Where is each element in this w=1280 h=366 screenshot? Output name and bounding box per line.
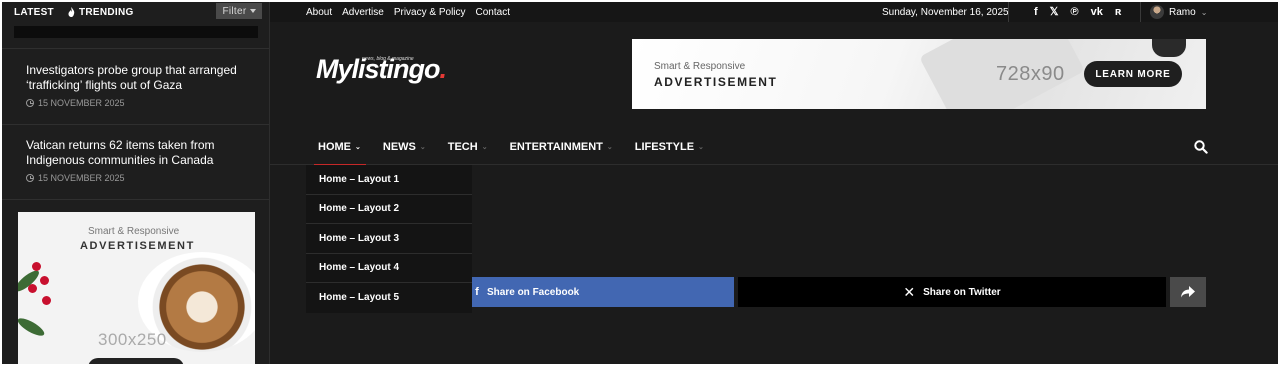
caret-down-icon (249, 9, 256, 13)
menu-item-home-layout-5[interactable]: Home – Layout 5 (306, 283, 472, 313)
share-facebook-label: Share on Facebook (487, 286, 580, 298)
nav-label: HOME (318, 141, 351, 153)
user-name: Ramo (1169, 6, 1196, 18)
ad-button[interactable] (88, 358, 184, 364)
ad-subtitle: Smart & Responsive (88, 226, 180, 237)
tab-trending[interactable]: TRENDING (68, 7, 134, 18)
ad-size: 728x90 (996, 63, 1065, 85)
tab-latest[interactable]: LATEST (14, 7, 54, 18)
share-twitter-label: Share on Twitter (923, 286, 1001, 298)
news-date-text: 15 NOVEMBER 2025 (38, 173, 125, 183)
logo-dot: . (439, 54, 447, 84)
tab-latest-label: LATEST (14, 6, 54, 18)
leaf-decoration (18, 315, 47, 339)
sidebar-header: LATEST TRENDING Filter (2, 2, 269, 22)
menu-item-home-layout-1[interactable]: Home – Layout 1 (306, 165, 472, 195)
social-icons: f 𝕏 ℗ vk ʀ (1034, 2, 1121, 22)
nav-item-home[interactable]: HOME ⌄ (314, 129, 366, 166)
divider (2, 48, 269, 49)
tab-trending-label: TRENDING (78, 6, 134, 18)
nav-item-entertainment[interactable]: ENTERTAINMENT ⌄ (510, 129, 613, 165)
nav-label: TECH (447, 141, 478, 153)
learn-more-button[interactable]: LEARN MORE (1084, 61, 1182, 87)
nav-label: NEWS (382, 141, 416, 153)
flame-icon (68, 7, 75, 17)
rss-icon[interactable]: ʀ (1115, 6, 1121, 18)
chevron-down-icon: ⌄ (355, 144, 361, 151)
divider (2, 199, 269, 200)
top-link-advertise[interactable]: Advertise (342, 7, 384, 18)
ad-title: ADVERTISEMENT (80, 240, 195, 252)
share-facebook-button[interactable]: f Share on Facebook (472, 277, 734, 307)
news-date: 15 NOVEMBER 2025 (26, 98, 246, 108)
share-twitter-button[interactable]: ✕ Share on Twitter (738, 277, 1166, 307)
sidebar-advertisement[interactable]: Smart & Responsive ADVERTISEMENT 300x250 (18, 212, 255, 364)
facebook-icon: f (475, 286, 479, 298)
ad-decoration (1152, 39, 1186, 57)
vk-icon[interactable]: vk (1091, 6, 1103, 18)
main-nav: HOME ⌄ NEWS ⌄ TECH ⌄ ENTERTAINMENT ⌄ LIFESTY… (270, 129, 1278, 166)
berry-decoration (40, 276, 49, 285)
divider (1008, 2, 1009, 22)
user-menu[interactable]: Ramo ⌄ (1150, 2, 1207, 22)
news-date: 15 NOVEMBER 2025 (26, 173, 246, 183)
nav-item-news[interactable]: NEWS ⌄ (383, 129, 426, 165)
menu-item-home-layout-3[interactable]: Home – Layout 3 (306, 224, 472, 254)
clock-icon (26, 174, 34, 182)
news-date-text: 15 NOVEMBER 2025 (38, 98, 125, 108)
home-dropdown-menu: Home – Layout 1 Home – Layout 2 Home – L… (306, 165, 472, 313)
list-item[interactable]: Investigators probe group that arranged … (26, 63, 246, 108)
berry-decoration (32, 262, 41, 271)
page-frame: LATEST TRENDING Filter Investigators pro… (2, 2, 1278, 364)
site-logo[interactable]: Mylistingo. (316, 54, 447, 85)
filter-label: Filter (222, 5, 247, 17)
menu-item-home-layout-2[interactable]: Home – Layout 2 (306, 195, 472, 224)
top-bar: About Advertise Privacy & Policy Contact… (270, 2, 1278, 22)
share-more-button[interactable] (1170, 277, 1206, 307)
sidebar-news-feed: LATEST TRENDING Filter Investigators pro… (2, 2, 270, 364)
filter-button[interactable]: Filter (216, 3, 262, 19)
berry-decoration (42, 296, 51, 305)
avatar (1150, 5, 1164, 19)
logo-text: Mylistingo (316, 54, 440, 84)
nav-item-tech[interactable]: TECH ⌄ (448, 129, 488, 165)
news-title[interactable]: Investigators probe group that arranged … (26, 63, 246, 93)
facebook-icon[interactable]: f (1034, 6, 1038, 18)
chevron-down-icon: ⌄ (606, 144, 613, 151)
top-link-contact[interactable]: Contact (476, 7, 510, 18)
chevron-down-icon: ⌄ (1200, 7, 1208, 17)
header-advertisement[interactable]: Smart & Responsive ADVERTISEMENT 728x90 … (632, 39, 1206, 109)
current-date: Sunday, November 16, 2025 (882, 6, 1009, 18)
menu-item-home-layout-4[interactable]: Home – Layout 4 (306, 254, 472, 283)
pinterest-icon[interactable]: ℗ (1071, 6, 1079, 18)
search-icon[interactable] (1194, 140, 1208, 154)
news-title[interactable]: Vatican returns 62 items taken from Indi… (26, 138, 246, 168)
berry-decoration (28, 284, 37, 293)
nav-label: ENTERTAINMENT (509, 141, 603, 153)
share-arrow-icon (1181, 286, 1195, 298)
clock-icon (26, 99, 34, 107)
ad-title: ADVERTISEMENT (654, 75, 778, 89)
ad-size: 300x250 (98, 330, 167, 349)
chevron-down-icon: ⌄ (481, 144, 488, 151)
ad-subtitle: Smart & Responsive (654, 61, 746, 72)
divider (2, 124, 269, 125)
x-icon[interactable]: 𝕏 (1050, 6, 1059, 18)
chevron-down-icon: ⌄ (698, 144, 704, 151)
nav-label: LIFESTYLE (634, 141, 695, 153)
sidebar-scroll-bar (14, 26, 258, 38)
chevron-down-icon: ⌄ (419, 144, 426, 151)
top-links: About Advertise Privacy & Policy Contact (306, 7, 510, 18)
top-link-about[interactable]: About (306, 7, 332, 18)
x-icon: ✕ (903, 283, 916, 300)
list-item[interactable]: Vatican returns 62 items taken from Indi… (26, 138, 246, 183)
top-link-privacy[interactable]: Privacy & Policy (394, 7, 466, 18)
nav-item-lifestyle[interactable]: LIFESTYLE ⌄ (635, 129, 704, 165)
divider (1140, 2, 1141, 22)
